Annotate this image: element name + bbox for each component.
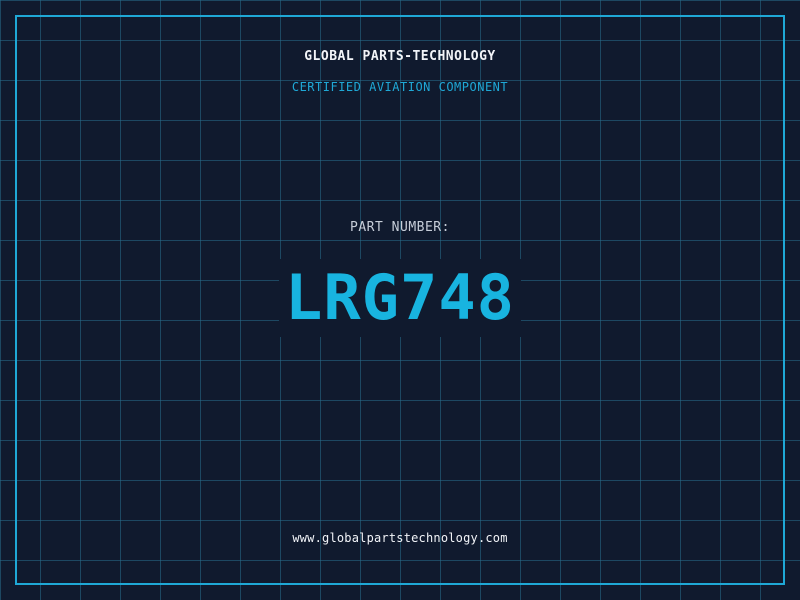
part-label-card: GLOBAL PARTS-TECHNOLOGY CERTIFIED AVIATI… bbox=[0, 0, 800, 600]
company-name: GLOBAL PARTS-TECHNOLOGY bbox=[304, 49, 496, 64]
part-number-container: LRG748 bbox=[0, 259, 800, 337]
part-number-value: LRG748 bbox=[279, 259, 521, 337]
part-number-label: PART NUMBER: bbox=[350, 220, 450, 235]
certification-subtitle: CERTIFIED AVIATION COMPONENT bbox=[291, 80, 509, 94]
website-url: www.globalpartstechnology.com bbox=[292, 531, 508, 545]
